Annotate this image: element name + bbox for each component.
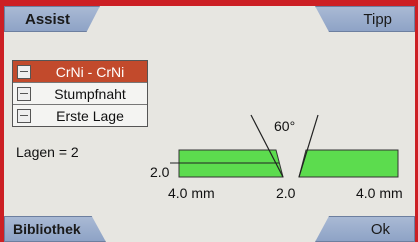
bibliothek-softkey[interactable]: Bibliothek: [4, 216, 106, 242]
gap-label: 2.0: [276, 185, 296, 201]
ok-softkey[interactable]: Ok: [315, 216, 415, 242]
angle-label: 60°: [274, 118, 295, 134]
display-screen: Assist Tipp CrNi - CrNi Stumpfnaht Erste…: [4, 6, 415, 242]
right-plate: [298, 149, 399, 178]
weld-joint-diagram: 60° 2.0 4.0 mm 2.0 4.0 mm: [150, 114, 403, 201]
thickness-label: 2.0: [150, 164, 170, 180]
right-width-label: 4.0 mm: [356, 185, 403, 201]
left-width-label: 4.0 mm: [168, 185, 215, 201]
